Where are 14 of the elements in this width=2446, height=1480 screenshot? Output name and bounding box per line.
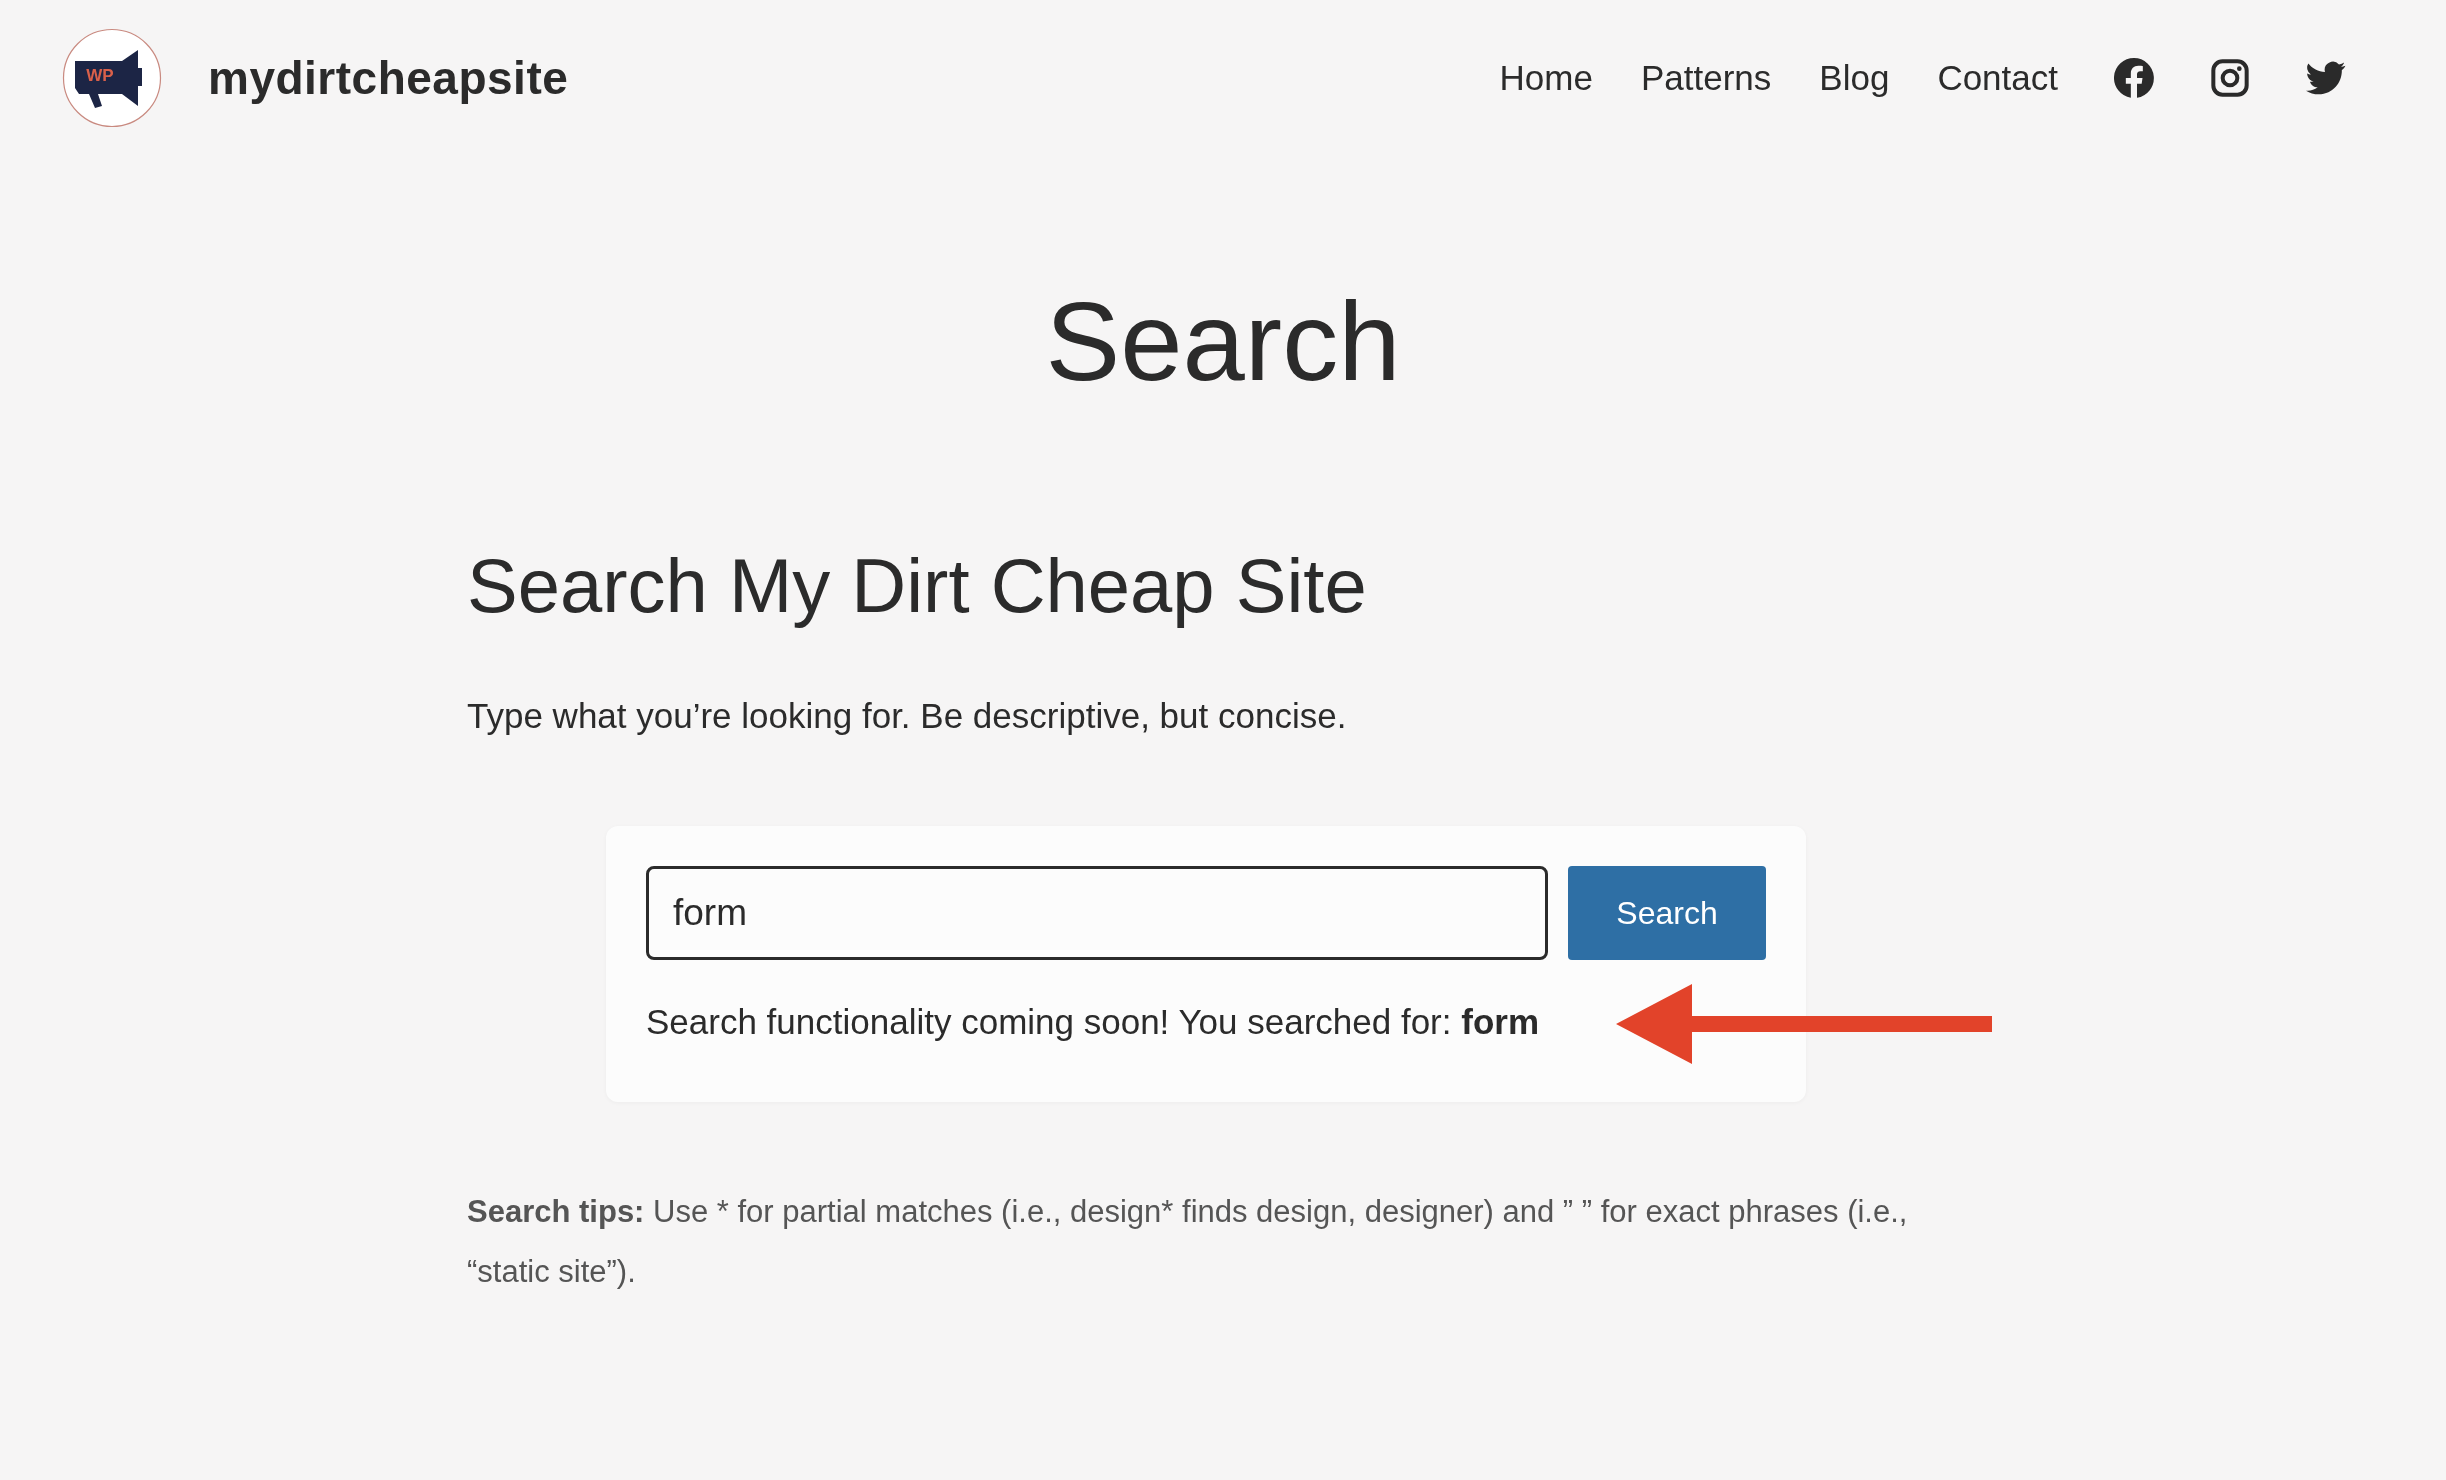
nav-link[interactable]: Patterns (1640, 58, 1772, 98)
nav-link[interactable]: Home (1499, 58, 1593, 98)
result-message: Search functionality coming soon! You searched for: form (646, 1002, 1540, 1042)
page-title: Search (1044, 286, 1402, 398)
search-button[interactable]: Search (1568, 866, 1766, 960)
nav-link[interactable]: Blog (1819, 58, 1890, 98)
search-tips: Search tips: Use * for partial matches (i.e., design* finds design, designer) and ” ” for exact phrases (i.e., “static site”). (467, 1193, 1909, 1291)
megaphone-logo[interactable]: WP (62, 28, 162, 128)
nav-link[interactable]: Contact (1937, 58, 2058, 98)
facebook-icon[interactable] (2114, 58, 2154, 98)
search-field[interactable]: form (646, 866, 1548, 960)
intro-text: Type what you’re looking for. Be descriptive, but concise. (467, 696, 1348, 736)
site-name[interactable]: mydirtcheapsite (208, 51, 569, 105)
instagram-icon[interactable] (2210, 58, 2250, 98)
